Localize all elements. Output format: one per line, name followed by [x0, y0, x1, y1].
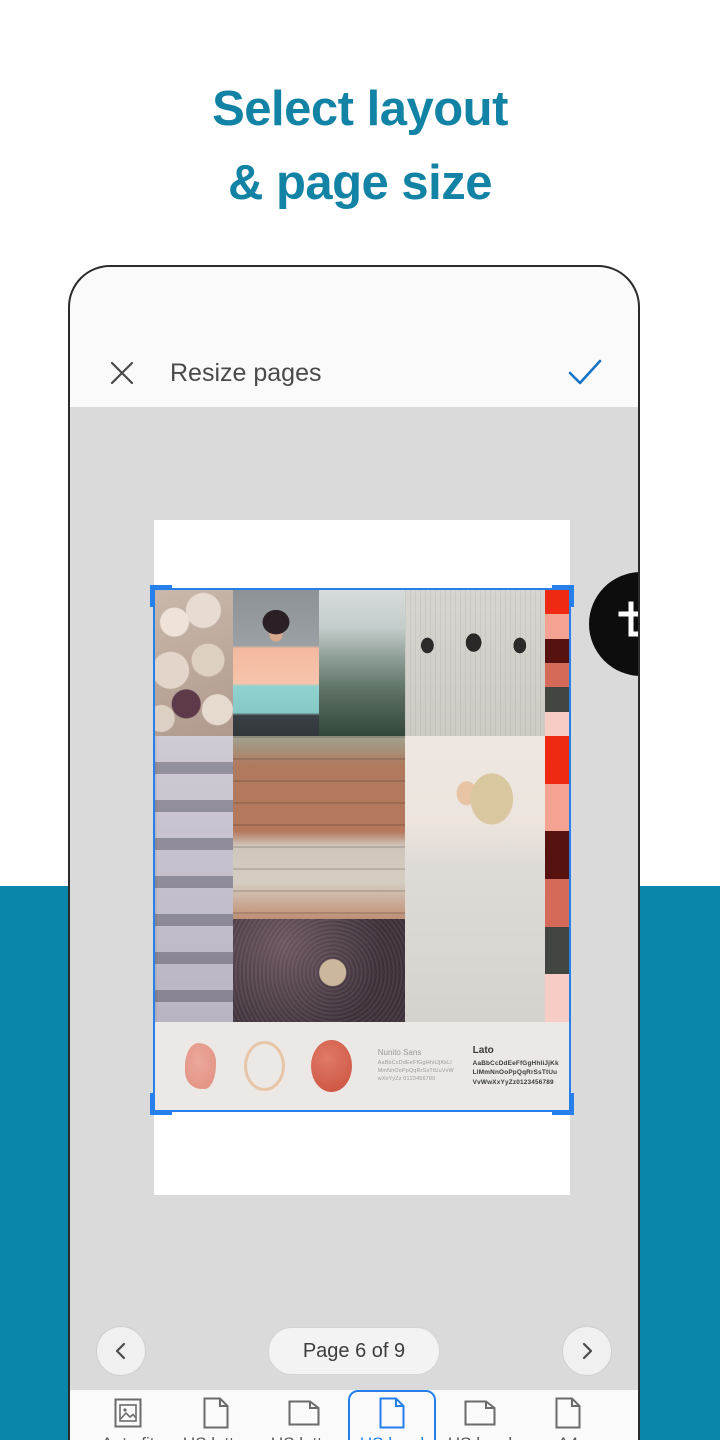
page-navigation-bar: Page 6 of 9: [70, 1312, 638, 1390]
close-icon[interactable]: [102, 353, 142, 393]
crop-icon[interactable]: [589, 572, 638, 676]
type-specimen-glyphs: AaBbCcDdEeFfGgHhIiJjKkLlMmNnOoPpQqRrSsTt…: [472, 1060, 559, 1086]
page-title: Select layout & page size: [0, 72, 720, 221]
color-swatch: [545, 926, 569, 975]
layout-option-label: US letter portrait: [183, 1434, 249, 1440]
page-portrait-icon: [555, 1397, 581, 1429]
image-frame-icon: [114, 1398, 142, 1428]
type-specimen-name: Nunito Sans: [377, 1048, 422, 1058]
color-swatch: [545, 590, 569, 615]
page-indicator[interactable]: Page 6 of 9: [267, 1327, 441, 1375]
color-swatch: [545, 662, 569, 688]
color-swatch: [545, 831, 569, 880]
layout-options-toolbar[interactable]: Auto fit US letter portrait US letter la…: [70, 1390, 638, 1440]
color-swatch-strip-lower: [545, 736, 569, 1023]
page-landscape-icon: [288, 1398, 320, 1428]
photo-macarons: [155, 590, 233, 736]
type-specimen-light: Nunito Sans AaBbCcDdEeFfGgHhIiJjKkLlMmNn…: [378, 1048, 455, 1083]
layout-option-label: A4 portrait: [542, 1434, 595, 1440]
headline-line-1: Select layout: [212, 82, 508, 136]
headline-line-2: & page size: [227, 156, 493, 211]
layout-option-0[interactable]: Auto fit: [84, 1390, 172, 1440]
type-specimen-glyphs: AaBbCcDdEeFfGgHhIiJjKkLlMmNnOoPpQqRrSsTt…: [377, 1060, 454, 1082]
app-bar: Resize pages: [70, 339, 638, 407]
page-landscape-icon: [464, 1398, 496, 1428]
color-swatch: [545, 638, 569, 663]
photo-blonde-portrait: [404, 736, 545, 1022]
page-portrait-icon: [379, 1397, 405, 1429]
photo-misty-forest: [318, 590, 405, 736]
color-swatch: [545, 614, 569, 639]
watercolor-blob: [185, 1043, 217, 1089]
chevron-right-icon[interactable]: [562, 1326, 612, 1376]
layout-option-4[interactable]: US legal landscape: [436, 1390, 524, 1440]
document-canvas[interactable]: Nunito Sans AaBbCcDdEeFfGgHhIiJjKkLlMmNn…: [70, 407, 638, 1312]
collage-content: Nunito Sans AaBbCcDdEeFfGgHhIiJjKkLlMmNn…: [155, 590, 569, 1110]
red-circle-swatch: [310, 1040, 352, 1092]
page-portrait-icon: [203, 1397, 229, 1429]
collage-row: [155, 736, 569, 1023]
layout-option-1[interactable]: US letter portrait: [172, 1390, 260, 1440]
layout-option-5[interactable]: A4 portrait: [524, 1390, 612, 1440]
collage-assets-row: Nunito Sans AaBbCcDdEeFfGgHhIiJjKkLlMmNn…: [155, 1022, 569, 1110]
app-bar-title: Resize pages: [170, 358, 322, 387]
photo-woman-curly-hair: [233, 590, 319, 736]
layout-option-label: US letter landscape: [265, 1434, 343, 1440]
sketched-circle: [244, 1041, 285, 1091]
layout-option-6[interactable]: la: [612, 1390, 638, 1440]
chevron-left-icon[interactable]: [96, 1326, 146, 1376]
color-swatch: [545, 783, 569, 832]
layout-option-2[interactable]: US letter landscape: [260, 1390, 348, 1440]
photo-weathered-wood: [233, 736, 405, 920]
color-swatch: [545, 711, 569, 736]
type-specimen-lato: Lato AaBbCcDdEeFfGgHhIiJjKkLlMmNnOoPpQqR…: [473, 1045, 559, 1087]
phone-mockup-frame: Resize pages Nunito Sans AaBbCcDdEeFfGgH…: [68, 265, 640, 1440]
color-swatch: [545, 736, 569, 784]
collage-row: [155, 590, 569, 736]
color-swatch-strip: [545, 590, 569, 736]
type-specimen-name: Lato: [472, 1045, 494, 1057]
layout-option-3[interactable]: US legal portrait: [348, 1390, 436, 1440]
photo-building-facade: [155, 736, 233, 1022]
layout-option-label: US legal portrait: [360, 1434, 424, 1440]
check-icon[interactable]: [564, 352, 606, 394]
color-swatch: [545, 879, 569, 927]
photo-vintage-phones: [404, 590, 545, 736]
layout-option-label: US legal landscape: [441, 1434, 519, 1440]
layout-option-label: Auto fit: [102, 1434, 155, 1440]
collage-column: [233, 736, 405, 1022]
color-swatch: [545, 687, 569, 712]
photo-vinyl-record: [233, 919, 405, 1022]
color-swatch: [545, 974, 569, 1023]
